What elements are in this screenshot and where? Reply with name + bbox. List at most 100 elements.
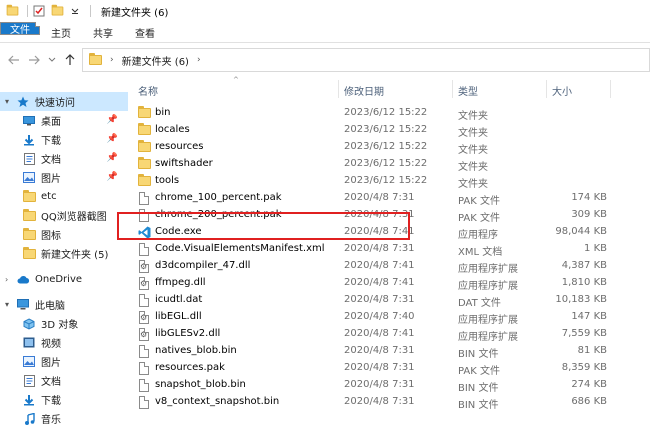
pin-icon[interactable]: 📌 <box>107 134 118 144</box>
sidebar-item-label: 图标 <box>41 231 61 242</box>
file-name: locales <box>155 124 190 135</box>
recent-chevron-icon[interactable] <box>42 50 62 70</box>
sidebar-item-documents-pc[interactable]: 文档 <box>0 371 128 390</box>
file-type: BIN 文件 <box>458 383 499 394</box>
file-size: 174 KB <box>571 192 607 203</box>
navigation-pane: ▾ 快速访问 桌面 📌 下载 📌 文档 📌 图片 📌 etc QQ浏览器截图 图… <box>0 77 128 426</box>
table-row[interactable]: icudtl.dat 2020/4/8 7:31 DAT 文件 10,183 KB <box>128 292 650 309</box>
column-divider[interactable] <box>546 80 547 98</box>
forward-arrow-icon[interactable] <box>24 50 44 70</box>
table-row[interactable]: natives_blob.bin 2020/4/8 7:31 BIN 文件 81 KB <box>128 343 650 360</box>
sidebar-item-label: QQ浏览器截图 <box>41 212 107 223</box>
table-row[interactable]: v8_context_snapshot.bin 2020/4/8 7:31 BIN … <box>128 394 650 411</box>
new-folder-icon[interactable] <box>50 4 64 18</box>
table-row[interactable]: d3dcompiler_47.dll 2020/4/8 7:41 应用程序扩展 4,3… <box>128 258 650 275</box>
table-row[interactable]: libGLESv2.dll 2020/4/8 7:41 应用程序扩展 7,559 KB <box>128 326 650 343</box>
navigation-bar: › 新建文件夹 (6) › <box>0 43 650 77</box>
table-row[interactable]: libEGL.dll 2020/4/8 7:40 应用程序扩展 147 KB <box>128 309 650 326</box>
column-header-name[interactable]: 名称 <box>138 83 158 98</box>
sidebar-item-qq-screenshots[interactable]: QQ浏览器截图 <box>0 206 128 225</box>
file-name: Code.VisualElementsManifest.xml <box>155 243 325 254</box>
sidebar-item-label: 图片 <box>41 174 61 185</box>
table-row[interactable]: resources 2023/6/12 15:22 文件夹 <box>128 139 650 156</box>
file-size: 10,183 KB <box>555 294 607 305</box>
breadcrumb-chevron-icon[interactable]: › <box>197 55 201 65</box>
sidebar-item-new-folder-5[interactable]: 新建文件夹 (5) <box>0 244 128 263</box>
folder-icon[interactable] <box>5 4 19 18</box>
breadcrumb-chevron-icon[interactable]: › <box>110 55 114 65</box>
file-type: PAK 文件 <box>458 196 500 207</box>
sidebar-item-this-pc[interactable]: ▾ 此电脑 <box>0 295 128 314</box>
file-type: 应用程序扩展 <box>458 332 518 343</box>
sidebar-item-downloads[interactable]: 下载 📌 <box>0 130 128 149</box>
chevron-right-icon[interactable]: › <box>5 275 8 284</box>
sidebar-item-downloads-pc[interactable]: 下载 <box>0 390 128 409</box>
tab-share[interactable]: 共享 <box>82 22 124 42</box>
column-divider[interactable] <box>610 80 611 98</box>
file-type: 文件夹 <box>458 128 488 139</box>
sidebar-item-icons-folder[interactable]: 图标 <box>0 225 128 244</box>
file-size: 686 KB <box>571 396 607 407</box>
download-icon <box>22 133 36 147</box>
file-date: 2020/4/8 7:31 <box>344 396 415 407</box>
column-divider[interactable] <box>338 80 339 98</box>
file-date: 2020/4/8 7:40 <box>344 311 415 322</box>
file-date: 2020/4/8 7:41 <box>344 277 415 288</box>
tab-file[interactable]: 文件 <box>0 22 40 36</box>
column-header-type[interactable]: 类型 <box>458 83 478 98</box>
chevron-down-icon[interactable] <box>68 4 82 18</box>
table-row[interactable]: ffmpeg.dll 2020/4/8 7:41 应用程序扩展 1,810 KB <box>128 275 650 292</box>
column-header-row: ^ 名称 修改日期 类型 大小 <box>128 76 650 101</box>
column-header-size[interactable]: 大小 <box>552 83 572 98</box>
table-row[interactable]: locales 2023/6/12 15:22 文件夹 <box>128 122 650 139</box>
dll-file-icon <box>137 327 151 341</box>
pin-icon[interactable]: 📌 <box>107 153 118 163</box>
folder-icon <box>137 157 151 171</box>
table-row[interactable]: snapshot_blob.bin 2020/4/8 7:31 BIN 文件 274 … <box>128 377 650 394</box>
address-bar[interactable]: › 新建文件夹 (6) › <box>82 48 650 72</box>
table-row[interactable]: chrome_100_percent.pak 2020/4/8 7:31 PAK 文… <box>128 190 650 207</box>
sidebar-item-pictures[interactable]: 图片 📌 <box>0 168 128 187</box>
sidebar-item-music[interactable]: 音乐 <box>0 409 128 426</box>
chevron-down-icon[interactable]: ▾ <box>5 300 9 309</box>
sidebar-item-etc[interactable]: etc <box>0 187 128 206</box>
file-list: ^ 名称 修改日期 类型 大小 bin 2023/6/12 15:22 文件夹 loc… <box>128 76 650 426</box>
breadcrumb-current[interactable]: 新建文件夹 (6) <box>122 53 189 68</box>
column-divider[interactable] <box>452 80 453 98</box>
sidebar-item-onedrive[interactable]: › OneDrive <box>0 270 128 289</box>
sidebar-item-quick-access[interactable]: ▾ 快速访问 <box>0 92 128 111</box>
sidebar-item-documents[interactable]: 文档 📌 <box>0 149 128 168</box>
sort-caret-icon: ^ <box>233 76 239 84</box>
sidebar-item-pictures-pc[interactable]: 图片 <box>0 352 128 371</box>
file-name: libGLESv2.dll <box>155 328 221 339</box>
properties-icon[interactable] <box>32 4 46 18</box>
table-row[interactable]: resources.pak 2020/4/8 7:31 PAK 文件 8,359 KB <box>128 360 650 377</box>
table-row[interactable]: tools 2023/6/12 15:22 文件夹 <box>128 173 650 190</box>
up-arrow-icon[interactable] <box>60 50 80 70</box>
tab-home[interactable]: 主页 <box>40 22 82 42</box>
tab-view[interactable]: 查看 <box>124 22 166 42</box>
chevron-down-icon[interactable]: ▾ <box>5 97 9 106</box>
table-row[interactable]: Code.VisualElementsManifest.xml 2020/4/8 … <box>128 241 650 258</box>
file-type: XML 文档 <box>458 247 503 258</box>
dll-file-icon <box>137 259 151 273</box>
file-size: 8,359 KB <box>561 362 607 373</box>
sidebar-item-3d-objects[interactable]: 3D 对象 <box>0 314 128 333</box>
sidebar-item-videos[interactable]: 视频 <box>0 333 128 352</box>
pin-icon[interactable]: 📌 <box>107 115 118 125</box>
pin-icon[interactable]: 📌 <box>107 172 118 182</box>
file-date: 2020/4/8 7:31 <box>344 345 415 356</box>
file-date: 2020/4/8 7:31 <box>344 192 415 203</box>
sidebar-item-desktop[interactable]: 桌面 📌 <box>0 111 128 130</box>
title-bar: 新建文件夹 (6) <box>0 0 650 22</box>
back-arrow-icon[interactable] <box>4 50 24 70</box>
file-type: 应用程序扩展 <box>458 315 518 326</box>
file-type: 文件夹 <box>458 162 488 173</box>
picture-icon <box>22 355 36 369</box>
file-date: 2020/4/8 7:31 <box>344 379 415 390</box>
table-row[interactable]: bin 2023/6/12 15:22 文件夹 <box>128 105 650 122</box>
folder-icon <box>22 227 36 242</box>
file-name: resources.pak <box>155 362 225 373</box>
table-row[interactable]: swiftshader 2023/6/12 15:22 文件夹 <box>128 156 650 173</box>
column-header-date[interactable]: 修改日期 <box>344 83 384 98</box>
